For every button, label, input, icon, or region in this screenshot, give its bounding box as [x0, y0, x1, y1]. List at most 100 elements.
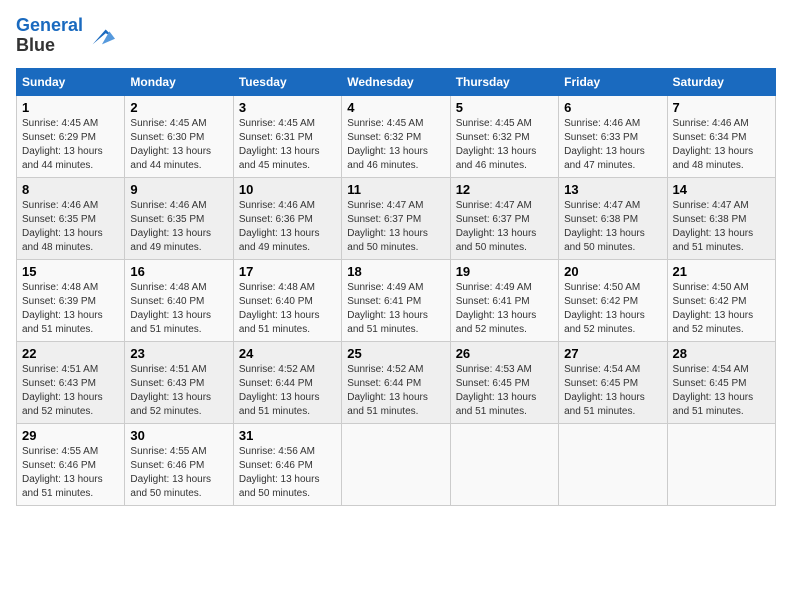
day-info: Sunrise: 4:45 AM Sunset: 6:30 PM Dayligh… [130, 117, 227, 173]
day-number: 19 [456, 264, 553, 279]
day-number: 15 [22, 264, 119, 279]
day-number: 16 [130, 264, 227, 279]
day-number: 18 [347, 264, 444, 279]
day-number: 28 [673, 346, 770, 361]
calendar-cell: 8 Sunrise: 4:46 AM Sunset: 6:35 PM Dayli… [17, 177, 125, 259]
calendar-cell: 9 Sunrise: 4:46 AM Sunset: 6:35 PM Dayli… [125, 177, 233, 259]
day-info: Sunrise: 4:46 AM Sunset: 6:34 PM Dayligh… [673, 117, 770, 173]
col-header-friday: Friday [559, 68, 667, 95]
day-number: 20 [564, 264, 661, 279]
day-info: Sunrise: 4:47 AM Sunset: 6:38 PM Dayligh… [673, 199, 770, 255]
week-row-4: 22 Sunrise: 4:51 AM Sunset: 6:43 PM Dayl… [17, 341, 776, 423]
calendar-cell: 16 Sunrise: 4:48 AM Sunset: 6:40 PM Dayl… [125, 259, 233, 341]
calendar-cell [667, 423, 775, 505]
col-header-sunday: Sunday [17, 68, 125, 95]
calendar-cell: 31 Sunrise: 4:56 AM Sunset: 6:46 PM Dayl… [233, 423, 341, 505]
calendar-cell: 13 Sunrise: 4:47 AM Sunset: 6:38 PM Dayl… [559, 177, 667, 259]
day-info: Sunrise: 4:48 AM Sunset: 6:39 PM Dayligh… [22, 281, 119, 337]
col-header-wednesday: Wednesday [342, 68, 450, 95]
day-number: 4 [347, 100, 444, 115]
day-info: Sunrise: 4:50 AM Sunset: 6:42 PM Dayligh… [564, 281, 661, 337]
page-header: GeneralBlue [16, 16, 776, 56]
day-info: Sunrise: 4:47 AM Sunset: 6:37 PM Dayligh… [456, 199, 553, 255]
day-info: Sunrise: 4:45 AM Sunset: 6:32 PM Dayligh… [456, 117, 553, 173]
day-number: 30 [130, 428, 227, 443]
day-number: 5 [456, 100, 553, 115]
day-info: Sunrise: 4:47 AM Sunset: 6:37 PM Dayligh… [347, 199, 444, 255]
calendar-cell: 6 Sunrise: 4:46 AM Sunset: 6:33 PM Dayli… [559, 95, 667, 177]
calendar-cell: 17 Sunrise: 4:48 AM Sunset: 6:40 PM Dayl… [233, 259, 341, 341]
day-info: Sunrise: 4:52 AM Sunset: 6:44 PM Dayligh… [347, 363, 444, 419]
col-header-saturday: Saturday [667, 68, 775, 95]
day-number: 24 [239, 346, 336, 361]
day-info: Sunrise: 4:55 AM Sunset: 6:46 PM Dayligh… [22, 445, 119, 501]
calendar-table: SundayMondayTuesdayWednesdayThursdayFrid… [16, 68, 776, 506]
col-header-tuesday: Tuesday [233, 68, 341, 95]
col-header-thursday: Thursday [450, 68, 558, 95]
day-info: Sunrise: 4:51 AM Sunset: 6:43 PM Dayligh… [22, 363, 119, 419]
week-row-1: 1 Sunrise: 4:45 AM Sunset: 6:29 PM Dayli… [17, 95, 776, 177]
day-info: Sunrise: 4:54 AM Sunset: 6:45 PM Dayligh… [673, 363, 770, 419]
calendar-cell: 11 Sunrise: 4:47 AM Sunset: 6:37 PM Dayl… [342, 177, 450, 259]
day-number: 13 [564, 182, 661, 197]
calendar-cell: 24 Sunrise: 4:52 AM Sunset: 6:44 PM Dayl… [233, 341, 341, 423]
logo-icon [87, 22, 115, 50]
day-number: 17 [239, 264, 336, 279]
calendar-cell: 15 Sunrise: 4:48 AM Sunset: 6:39 PM Dayl… [17, 259, 125, 341]
day-info: Sunrise: 4:55 AM Sunset: 6:46 PM Dayligh… [130, 445, 227, 501]
day-number: 10 [239, 182, 336, 197]
day-number: 29 [22, 428, 119, 443]
day-info: Sunrise: 4:49 AM Sunset: 6:41 PM Dayligh… [456, 281, 553, 337]
day-number: 3 [239, 100, 336, 115]
day-number: 2 [130, 100, 227, 115]
logo-text: GeneralBlue [16, 16, 83, 56]
day-number: 21 [673, 264, 770, 279]
day-info: Sunrise: 4:48 AM Sunset: 6:40 PM Dayligh… [239, 281, 336, 337]
calendar-cell: 10 Sunrise: 4:46 AM Sunset: 6:36 PM Dayl… [233, 177, 341, 259]
day-number: 9 [130, 182, 227, 197]
col-header-monday: Monday [125, 68, 233, 95]
day-info: Sunrise: 4:49 AM Sunset: 6:41 PM Dayligh… [347, 281, 444, 337]
week-row-3: 15 Sunrise: 4:48 AM Sunset: 6:39 PM Dayl… [17, 259, 776, 341]
day-info: Sunrise: 4:46 AM Sunset: 6:36 PM Dayligh… [239, 199, 336, 255]
day-number: 1 [22, 100, 119, 115]
day-number: 14 [673, 182, 770, 197]
day-number: 12 [456, 182, 553, 197]
calendar-cell: 12 Sunrise: 4:47 AM Sunset: 6:37 PM Dayl… [450, 177, 558, 259]
day-number: 23 [130, 346, 227, 361]
calendar-cell: 20 Sunrise: 4:50 AM Sunset: 6:42 PM Dayl… [559, 259, 667, 341]
column-headers: SundayMondayTuesdayWednesdayThursdayFrid… [17, 68, 776, 95]
day-info: Sunrise: 4:56 AM Sunset: 6:46 PM Dayligh… [239, 445, 336, 501]
calendar-cell: 3 Sunrise: 4:45 AM Sunset: 6:31 PM Dayli… [233, 95, 341, 177]
week-row-5: 29 Sunrise: 4:55 AM Sunset: 6:46 PM Dayl… [17, 423, 776, 505]
day-number: 22 [22, 346, 119, 361]
day-info: Sunrise: 4:48 AM Sunset: 6:40 PM Dayligh… [130, 281, 227, 337]
calendar-cell: 27 Sunrise: 4:54 AM Sunset: 6:45 PM Dayl… [559, 341, 667, 423]
calendar-cell: 26 Sunrise: 4:53 AM Sunset: 6:45 PM Dayl… [450, 341, 558, 423]
calendar-cell: 5 Sunrise: 4:45 AM Sunset: 6:32 PM Dayli… [450, 95, 558, 177]
day-number: 7 [673, 100, 770, 115]
day-info: Sunrise: 4:46 AM Sunset: 6:35 PM Dayligh… [130, 199, 227, 255]
calendar-cell [342, 423, 450, 505]
day-info: Sunrise: 4:53 AM Sunset: 6:45 PM Dayligh… [456, 363, 553, 419]
day-info: Sunrise: 4:45 AM Sunset: 6:31 PM Dayligh… [239, 117, 336, 173]
calendar-cell: 14 Sunrise: 4:47 AM Sunset: 6:38 PM Dayl… [667, 177, 775, 259]
calendar-cell: 7 Sunrise: 4:46 AM Sunset: 6:34 PM Dayli… [667, 95, 775, 177]
day-info: Sunrise: 4:45 AM Sunset: 6:29 PM Dayligh… [22, 117, 119, 173]
day-info: Sunrise: 4:45 AM Sunset: 6:32 PM Dayligh… [347, 117, 444, 173]
calendar-cell: 21 Sunrise: 4:50 AM Sunset: 6:42 PM Dayl… [667, 259, 775, 341]
calendar-cell: 4 Sunrise: 4:45 AM Sunset: 6:32 PM Dayli… [342, 95, 450, 177]
calendar-cell: 2 Sunrise: 4:45 AM Sunset: 6:30 PM Dayli… [125, 95, 233, 177]
calendar-cell: 19 Sunrise: 4:49 AM Sunset: 6:41 PM Dayl… [450, 259, 558, 341]
day-info: Sunrise: 4:52 AM Sunset: 6:44 PM Dayligh… [239, 363, 336, 419]
calendar-cell [450, 423, 558, 505]
day-number: 25 [347, 346, 444, 361]
day-number: 31 [239, 428, 336, 443]
calendar-cell: 22 Sunrise: 4:51 AM Sunset: 6:43 PM Dayl… [17, 341, 125, 423]
day-number: 6 [564, 100, 661, 115]
calendar-cell: 1 Sunrise: 4:45 AM Sunset: 6:29 PM Dayli… [17, 95, 125, 177]
logo: GeneralBlue [16, 16, 115, 56]
calendar-cell: 18 Sunrise: 4:49 AM Sunset: 6:41 PM Dayl… [342, 259, 450, 341]
calendar-cell: 29 Sunrise: 4:55 AM Sunset: 6:46 PM Dayl… [17, 423, 125, 505]
day-number: 11 [347, 182, 444, 197]
